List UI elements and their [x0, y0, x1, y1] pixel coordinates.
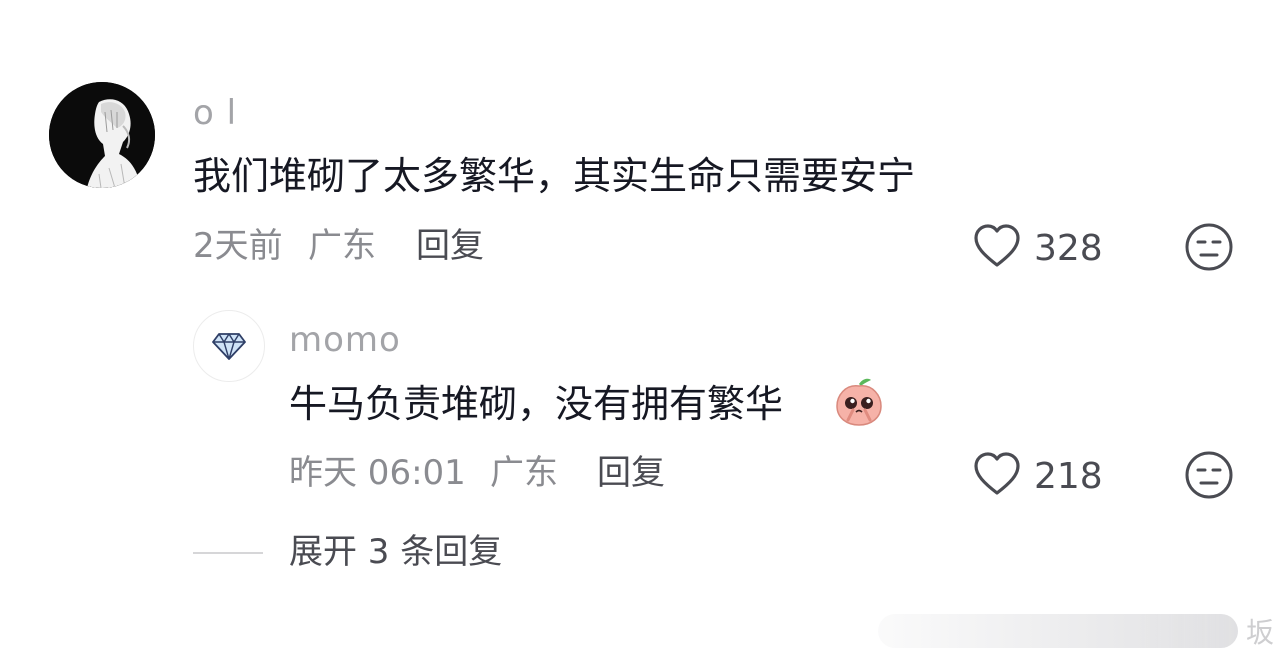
watermark: 坂	[864, 608, 1274, 654]
comment-dislike-button[interactable]	[1184, 222, 1234, 272]
comment-username[interactable]: o l	[193, 96, 237, 130]
comment-time: 2天前	[193, 226, 283, 266]
heart-icon	[974, 452, 1020, 495]
comment-like-button[interactable]	[972, 222, 1022, 272]
watermark-bar	[877, 614, 1238, 648]
peach-pleading-emoji	[833, 376, 885, 428]
sketch-portrait-avatar	[49, 82, 155, 188]
reply-like-button[interactable]	[972, 450, 1022, 500]
meh-face-icon	[1185, 451, 1233, 499]
reply-username[interactable]: momo	[289, 323, 401, 357]
reply-dislike-button[interactable]	[1184, 450, 1234, 500]
expand-replies-button[interactable]: 展开 3 条回复	[289, 535, 502, 569]
meh-face-icon	[1185, 223, 1233, 271]
comment-reply-button[interactable]: 回复	[416, 229, 484, 263]
comment-avatar[interactable]	[49, 82, 155, 188]
diamond-icon	[212, 333, 246, 360]
comment-location: 广东	[308, 226, 376, 266]
watermark-text: 坂	[1245, 616, 1274, 649]
reply-time: 昨天 06:01	[289, 453, 466, 493]
reply-text: 牛马负责堆砌，没有拥有繁华	[289, 382, 784, 426]
heart-icon	[974, 224, 1020, 267]
comment-text: 我们堆砌了太多繁华，其实生命只需要安宁	[193, 154, 916, 198]
reply-reply-button[interactable]: 回复	[597, 456, 665, 490]
expand-divider	[193, 552, 263, 554]
reply-location: 广东	[490, 453, 558, 493]
comment-like-count: 328	[1034, 228, 1103, 269]
reply-like-count: 218	[1034, 456, 1103, 497]
reply-avatar[interactable]	[193, 310, 265, 382]
